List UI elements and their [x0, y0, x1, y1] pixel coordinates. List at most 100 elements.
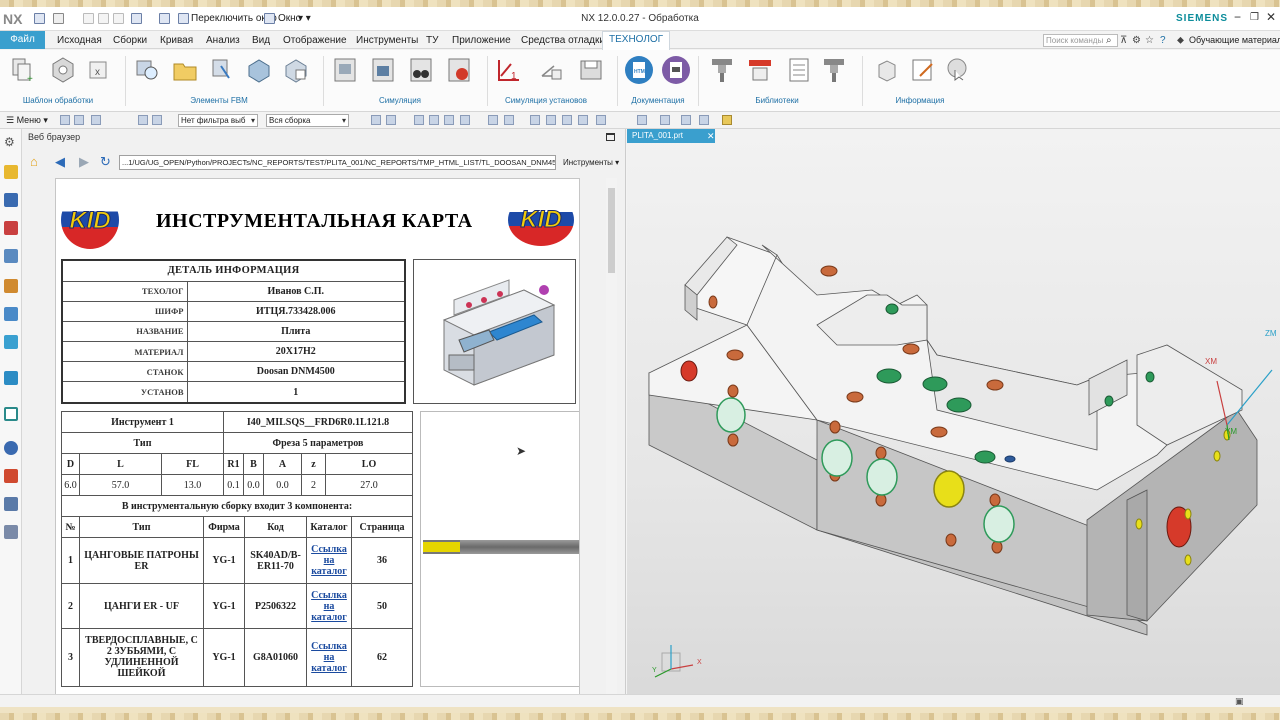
tab-technolog[interactable]: ТЕХНОЛОГ: [602, 31, 671, 50]
type-filter-dropdown[interactable]: Нет фильтра выб: [178, 114, 258, 127]
setup-axes-icon[interactable]: 1: [495, 56, 521, 84]
template-xyz-icon[interactable]: x: [86, 56, 112, 84]
back-icon[interactable]: ◀: [55, 154, 65, 170]
web-browser-icon[interactable]: [4, 407, 18, 421]
assembly-scope-dropdown[interactable]: Вся сборка: [266, 114, 349, 127]
deselect-icon[interactable]: [91, 115, 101, 125]
catalog-link[interactable]: Ссылка на каталог: [311, 544, 347, 577]
library-checklist-icon[interactable]: [786, 56, 812, 84]
view-icon-3[interactable]: [562, 115, 572, 125]
navigator-icon-7[interactable]: [4, 335, 18, 349]
fbm-export-icon[interactable]: [282, 56, 308, 84]
operation-template-icon[interactable]: +: [10, 56, 36, 84]
tab-home[interactable]: Исходная: [57, 35, 102, 46]
tab-debug-tools[interactable]: Средства отладки: [521, 35, 605, 46]
snap-icon-1[interactable]: [371, 115, 381, 125]
setup-csys-icon[interactable]: [538, 56, 564, 84]
navigator-icon-5[interactable]: [4, 279, 18, 293]
maximize-icon[interactable]: [606, 133, 615, 141]
forward-icon[interactable]: ▶: [79, 154, 89, 170]
part-tab[interactable]: PLITA_001.prt ✕: [627, 129, 715, 143]
setup-save-icon[interactable]: [578, 56, 604, 84]
navigator-icon-4[interactable]: [4, 249, 18, 263]
menu-button[interactable]: ☰ Меню ▾: [6, 115, 48, 126]
star-icon[interactable]: ☆: [1145, 35, 1154, 46]
file-menu-button[interactable]: Файл: [0, 31, 45, 49]
tab-render[interactable]: Отображение: [283, 35, 347, 46]
tab-analysis[interactable]: Анализ: [206, 35, 240, 46]
learning-button[interactable]: Обучающие материалы: [1189, 35, 1280, 45]
minimize-icon[interactable]: −: [1234, 10, 1241, 24]
render-icon-2[interactable]: [660, 115, 670, 125]
tab-application[interactable]: Приложение: [452, 35, 511, 46]
library-tool-icon[interactable]: [710, 56, 736, 84]
close-icon[interactable]: ✕: [1266, 10, 1276, 24]
tab-view[interactable]: Вид: [252, 35, 270, 46]
simulation-machine-icon[interactable]: [370, 56, 396, 84]
settings-icon[interactable]: ⚙: [1132, 35, 1141, 46]
home-icon[interactable]: ⌂: [30, 154, 38, 169]
navigator-icon-6[interactable]: [4, 307, 18, 321]
simulation-binoculars-icon[interactable]: [408, 56, 434, 84]
render-icon-1[interactable]: [637, 115, 647, 125]
graphics-window[interactable]: PLITA_001.prt ✕ ZM XM YM Y X: [627, 129, 1280, 707]
gear-icon[interactable]: ⚙: [4, 135, 15, 149]
select-icon[interactable]: [60, 115, 70, 125]
view-icon-2[interactable]: [546, 115, 556, 125]
help-icon[interactable]: ?: [1160, 35, 1166, 46]
snap-icon-4[interactable]: [429, 115, 439, 125]
fbm-find-icon[interactable]: [134, 56, 160, 84]
info-box-icon[interactable]: [874, 56, 900, 84]
view-icon-4[interactable]: [578, 115, 588, 125]
info-help-icon[interactable]: [945, 56, 971, 84]
fbm-feature-icon[interactable]: [209, 56, 235, 84]
refresh-icon[interactable]: ↻: [100, 154, 111, 170]
snap-icon-2[interactable]: [386, 115, 396, 125]
pdf-doc-icon[interactable]: [661, 55, 691, 85]
browser-tools-menu[interactable]: Инструменты ▾: [563, 158, 619, 167]
fbm-solid-icon[interactable]: [245, 56, 271, 84]
navigator-icon-11[interactable]: [4, 525, 18, 539]
browser-scrollbar[interactable]: [606, 178, 617, 695]
view-icon-5[interactable]: [596, 115, 606, 125]
navigator-icon-10[interactable]: [4, 497, 18, 511]
select-all-icon[interactable]: [74, 115, 84, 125]
simulation-icon[interactable]: [332, 56, 358, 84]
restore-icon[interactable]: ❐: [1250, 12, 1259, 23]
tab-curve[interactable]: Кривая: [160, 35, 193, 46]
catalog-link[interactable]: Ссылка на каталог: [311, 590, 347, 623]
navigator-icon-8[interactable]: [4, 371, 18, 385]
tab-assemblies[interactable]: Сборки: [113, 35, 147, 46]
tab-tu[interactable]: ТУ: [426, 35, 438, 46]
snap-icon-6[interactable]: [460, 115, 470, 125]
navigator-icon-9[interactable]: [4, 469, 18, 483]
info-edit-icon[interactable]: [910, 56, 936, 84]
tab-tools[interactable]: Инструменты: [356, 35, 418, 46]
template-gear-icon[interactable]: [50, 56, 76, 84]
expand-icon[interactable]: ⊼: [1120, 35, 1127, 46]
search-icon[interactable]: ⌕: [1106, 35, 1112, 46]
learning-icon[interactable]: ⬥: [1177, 35, 1184, 46]
fbm-folder-icon[interactable]: [172, 56, 198, 84]
view-icon-1[interactable]: [530, 115, 540, 125]
snap-icon-5[interactable]: [444, 115, 454, 125]
snap-icon-3[interactable]: [414, 115, 424, 125]
layer-icon[interactable]: [722, 115, 732, 125]
catalog-link[interactable]: Ссылка на каталог: [311, 641, 347, 674]
status-icon[interactable]: ▣: [1235, 696, 1244, 707]
history-icon[interactable]: [4, 441, 18, 455]
library-cutter-icon[interactable]: [822, 56, 848, 84]
html-doc-icon[interactable]: HTML: [624, 55, 654, 85]
navigator-icon-1[interactable]: [4, 165, 18, 179]
filter-icon[interactable]: [138, 115, 148, 125]
library-holder-icon[interactable]: [747, 56, 773, 84]
render-icon-4[interactable]: [699, 115, 709, 125]
navigator-icon-3[interactable]: [4, 221, 18, 235]
filter2-icon[interactable]: [152, 115, 162, 125]
close-tab-icon[interactable]: ✕: [707, 129, 715, 143]
url-field[interactable]: ...1/UG/UG_OPEN/Python/PROJECTs/NC_REPOR…: [119, 155, 556, 170]
snap-icon-8[interactable]: [504, 115, 514, 125]
navigator-icon-2[interactable]: [4, 193, 18, 207]
simulation-stop-icon[interactable]: [446, 56, 472, 84]
render-icon-3[interactable]: [681, 115, 691, 125]
